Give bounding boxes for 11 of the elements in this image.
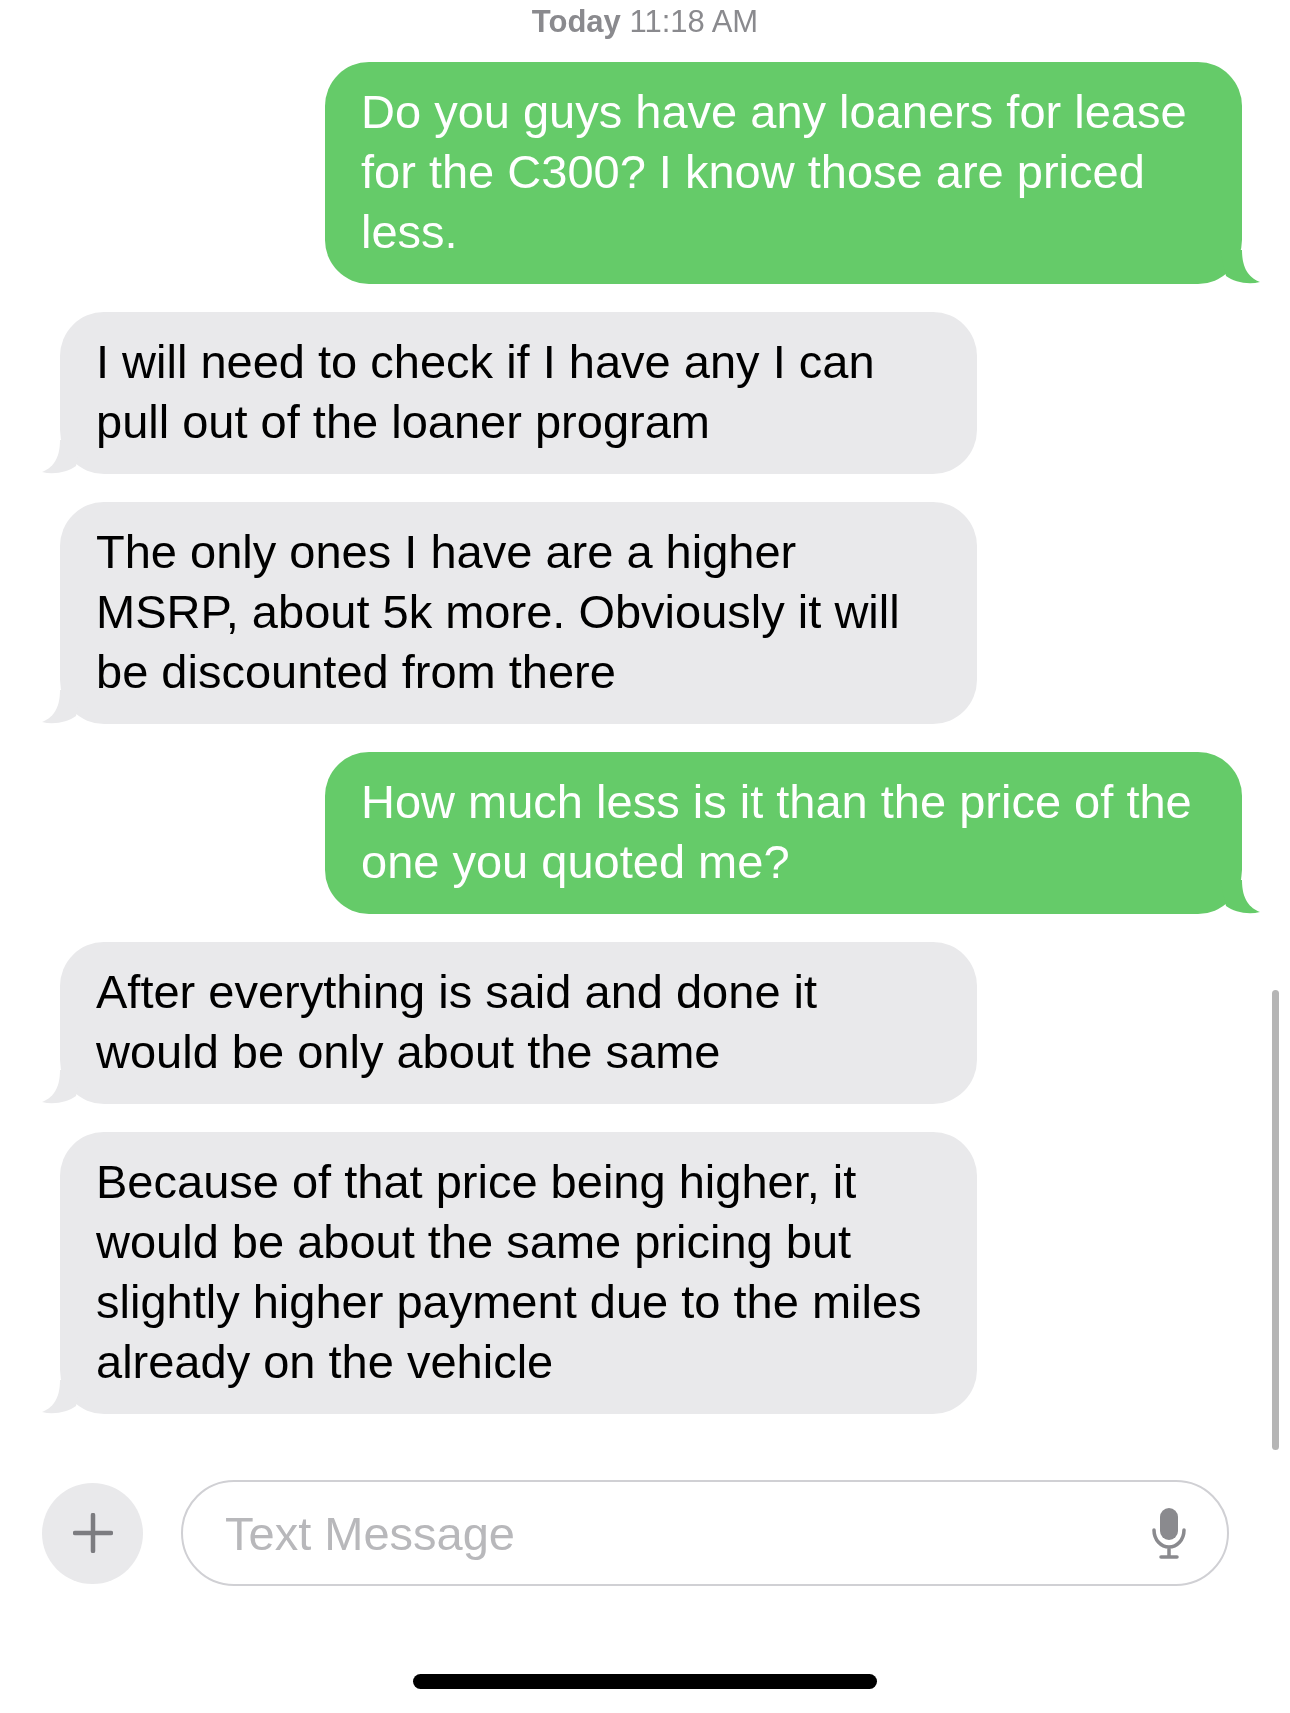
message-text: Because of that price being higher, it would be about the same pricing but slightly higher payment due to the miles already on the vehicle (96, 1155, 922, 1388)
text-input[interactable]: Text Message (223, 1504, 1151, 1562)
message-text: The only ones I have are a higher MSRP, about 5k more. Obviously it will be discounted from there (96, 525, 900, 698)
message-text: How much less is it than the price of the one you quoted me? (361, 775, 1192, 888)
message-text: Do you guys have any loaners for lease for the C300? I know those are priced less. (361, 85, 1187, 258)
message-field[interactable]: Text Message (181, 1480, 1229, 1586)
message-text: After everything is said and done it would be only about the same (96, 965, 818, 1078)
microphone-icon[interactable] (1151, 1506, 1187, 1560)
timestamp: Today 11:18 AM (530, 3, 760, 41)
plus-icon (72, 1513, 113, 1553)
message-text: I will need to check if I have any I can pull out of the loaner program (96, 335, 875, 448)
